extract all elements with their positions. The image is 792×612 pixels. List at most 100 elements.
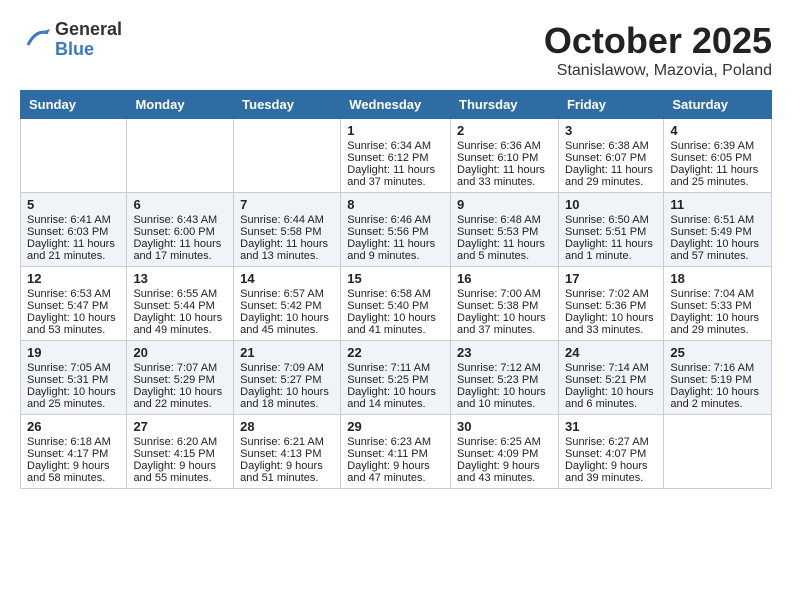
day-info: Sunset: 5:58 PM: [240, 226, 334, 238]
calendar-day-cell: 27Sunrise: 6:20 AMSunset: 4:15 PMDayligh…: [127, 415, 234, 489]
day-info: Daylight: 9 hours and 43 minutes.: [457, 460, 552, 484]
day-info: Sunrise: 7:02 AM: [565, 288, 657, 300]
day-info: Daylight: 9 hours and 51 minutes.: [240, 460, 334, 484]
day-info: Sunset: 4:15 PM: [133, 448, 227, 460]
day-info: Daylight: 11 hours and 37 minutes.: [347, 164, 444, 188]
day-info: Daylight: 10 hours and 6 minutes.: [565, 386, 657, 410]
day-info: Sunrise: 7:00 AM: [457, 288, 552, 300]
day-number: 4: [670, 123, 765, 138]
calendar-day-cell: 4Sunrise: 6:39 AMSunset: 6:05 PMDaylight…: [664, 119, 772, 193]
day-info: Sunrise: 6:21 AM: [240, 436, 334, 448]
day-number: 15: [347, 271, 444, 286]
calendar-header-cell: Thursday: [451, 91, 559, 119]
day-info: Sunset: 6:07 PM: [565, 152, 657, 164]
day-number: 25: [670, 345, 765, 360]
day-info: Sunset: 5:44 PM: [133, 300, 227, 312]
calendar-day-cell: 23Sunrise: 7:12 AMSunset: 5:23 PMDayligh…: [451, 341, 559, 415]
day-number: 17: [565, 271, 657, 286]
day-info: Sunset: 5:27 PM: [240, 374, 334, 386]
calendar-week-row: 5Sunrise: 6:41 AMSunset: 6:03 PMDaylight…: [21, 193, 772, 267]
calendar-week-row: 26Sunrise: 6:18 AMSunset: 4:17 PMDayligh…: [21, 415, 772, 489]
calendar-day-cell: 28 Sunrise: 6:21 AMSunset: 4:13 PMDayligh…: [234, 415, 341, 489]
day-info: Daylight: 10 hours and 45 minutes.: [240, 312, 334, 336]
day-info: Sunset: 6:00 PM: [133, 226, 227, 238]
day-info: Sunset: 5:49 PM: [670, 226, 765, 238]
day-info: Sunrise: 7:09 AM: [240, 362, 334, 374]
calendar-day-cell: 30Sunrise: 6:25 AMSunset: 4:09 PMDayligh…: [451, 415, 559, 489]
day-info: Daylight: 10 hours and 22 minutes.: [133, 386, 227, 410]
day-info: Daylight: 11 hours and 5 minutes.: [457, 238, 552, 262]
calendar-day-cell: 17Sunrise: 7:02 AMSunset: 5:36 PMDayligh…: [558, 267, 663, 341]
day-info: Daylight: 10 hours and 57 minutes.: [670, 238, 765, 262]
calendar-day-cell: 1Sunrise: 6:34 AMSunset: 6:12 PMDaylight…: [341, 119, 451, 193]
calendar-day-cell: 8Sunrise: 6:46 AMSunset: 5:56 PMDaylight…: [341, 193, 451, 267]
day-info: Sunrise: 6:20 AM: [133, 436, 227, 448]
calendar-day-cell: 18Sunrise: 7:04 AMSunset: 5:33 PMDayligh…: [664, 267, 772, 341]
day-number: 29: [347, 419, 444, 434]
page-subtitle: Stanislawow, Mazovia, Poland: [544, 62, 772, 80]
day-info: Sunset: 5:29 PM: [133, 374, 227, 386]
calendar-day-cell: 15Sunrise: 6:58 AMSunset: 5:40 PMDayligh…: [341, 267, 451, 341]
day-number: 12: [27, 271, 120, 286]
day-info: Sunset: 5:36 PM: [565, 300, 657, 312]
calendar-week-row: 12Sunrise: 6:53 AMSunset: 5:47 PMDayligh…: [21, 267, 772, 341]
day-info: Daylight: 10 hours and 18 minutes.: [240, 386, 334, 410]
day-info: Daylight: 10 hours and 2 minutes.: [670, 386, 765, 410]
day-info: Sunrise: 6:44 AM: [240, 214, 334, 226]
calendar-day-cell: 29Sunrise: 6:23 AMSunset: 4:11 PMDayligh…: [341, 415, 451, 489]
title-block: October 2025 Stanislawow, Mazovia, Polan…: [544, 20, 772, 80]
day-info: Sunrise: 7:07 AM: [133, 362, 227, 374]
day-number: 11: [670, 197, 765, 212]
day-info: Sunrise: 6:39 AM: [670, 140, 765, 152]
day-info: Sunset: 5:19 PM: [670, 374, 765, 386]
day-info: Sunset: 5:21 PM: [565, 374, 657, 386]
day-number: 22: [347, 345, 444, 360]
day-info: Sunset: 5:42 PM: [240, 300, 334, 312]
calendar-day-cell: 25 Sunrise: 7:16 AMSunset: 5:19 PMDayligh…: [664, 341, 772, 415]
calendar-day-cell: 14Sunrise: 6:57 AMSunset: 5:42 PMDayligh…: [234, 267, 341, 341]
day-number: 9: [457, 197, 552, 212]
day-info: Daylight: 11 hours and 9 minutes.: [347, 238, 444, 262]
calendar-day-cell: 2Sunrise: 6:36 AMSunset: 6:10 PMDaylight…: [451, 119, 559, 193]
day-number: 18: [670, 271, 765, 286]
day-info: Sunrise: 6:18 AM: [27, 436, 120, 448]
day-number: 20: [133, 345, 227, 360]
day-info: Sunrise: 6:51 AM: [670, 214, 765, 226]
day-info: Sunset: 4:13 PM: [240, 448, 334, 460]
calendar-table: SundayMondayTuesdayWednesdayThursdayFrid…: [20, 90, 772, 489]
day-info: Sunset: 5:25 PM: [347, 374, 444, 386]
calendar-day-cell: 31Sunrise: 6:27 AMSunset: 4:07 PMDayligh…: [558, 415, 663, 489]
day-info: Sunset: 5:38 PM: [457, 300, 552, 312]
calendar-header-cell: Sunday: [21, 91, 127, 119]
day-info: Sunset: 5:51 PM: [565, 226, 657, 238]
page-header: General Blue October 2025 Stanislawow, M…: [20, 20, 772, 80]
day-info: Daylight: 11 hours and 25 minutes.: [670, 164, 765, 188]
day-info: Sunrise: 7:11 AM: [347, 362, 444, 374]
day-info: Sunset: 5:56 PM: [347, 226, 444, 238]
calendar-body: 1Sunrise: 6:34 AMSunset: 6:12 PMDaylight…: [21, 119, 772, 489]
day-info: Sunset: 4:09 PM: [457, 448, 552, 460]
day-info: Sunset: 5:47 PM: [27, 300, 120, 312]
calendar-week-row: 19Sunrise: 7:05 AMSunset: 5:31 PMDayligh…: [21, 341, 772, 415]
day-number: 28: [240, 419, 334, 434]
calendar-day-cell: 10Sunrise: 6:50 AMSunset: 5:51 PMDayligh…: [558, 193, 663, 267]
day-info: Sunrise: 7:12 AM: [457, 362, 552, 374]
calendar-header-cell: Saturday: [664, 91, 772, 119]
day-info: Sunrise: 7:16 AM: [670, 362, 765, 374]
day-number: 27: [133, 419, 227, 434]
day-number: 30: [457, 419, 552, 434]
logo-icon: [20, 25, 50, 55]
day-number: 1: [347, 123, 444, 138]
calendar-day-cell: 6Sunrise: 6:43 AMSunset: 6:00 PMDaylight…: [127, 193, 234, 267]
day-number: 21: [240, 345, 334, 360]
calendar-header-cell: Friday: [558, 91, 663, 119]
day-info: Sunset: 5:33 PM: [670, 300, 765, 312]
day-info: Daylight: 10 hours and 25 minutes.: [27, 386, 120, 410]
calendar-header-row: SundayMondayTuesdayWednesdayThursdayFrid…: [21, 91, 772, 119]
day-number: 10: [565, 197, 657, 212]
day-number: 5: [27, 197, 120, 212]
day-info: Sunrise: 6:58 AM: [347, 288, 444, 300]
calendar-day-cell: 26Sunrise: 6:18 AMSunset: 4:17 PMDayligh…: [21, 415, 127, 489]
day-number: 24: [565, 345, 657, 360]
logo-text: General Blue: [55, 20, 122, 60]
